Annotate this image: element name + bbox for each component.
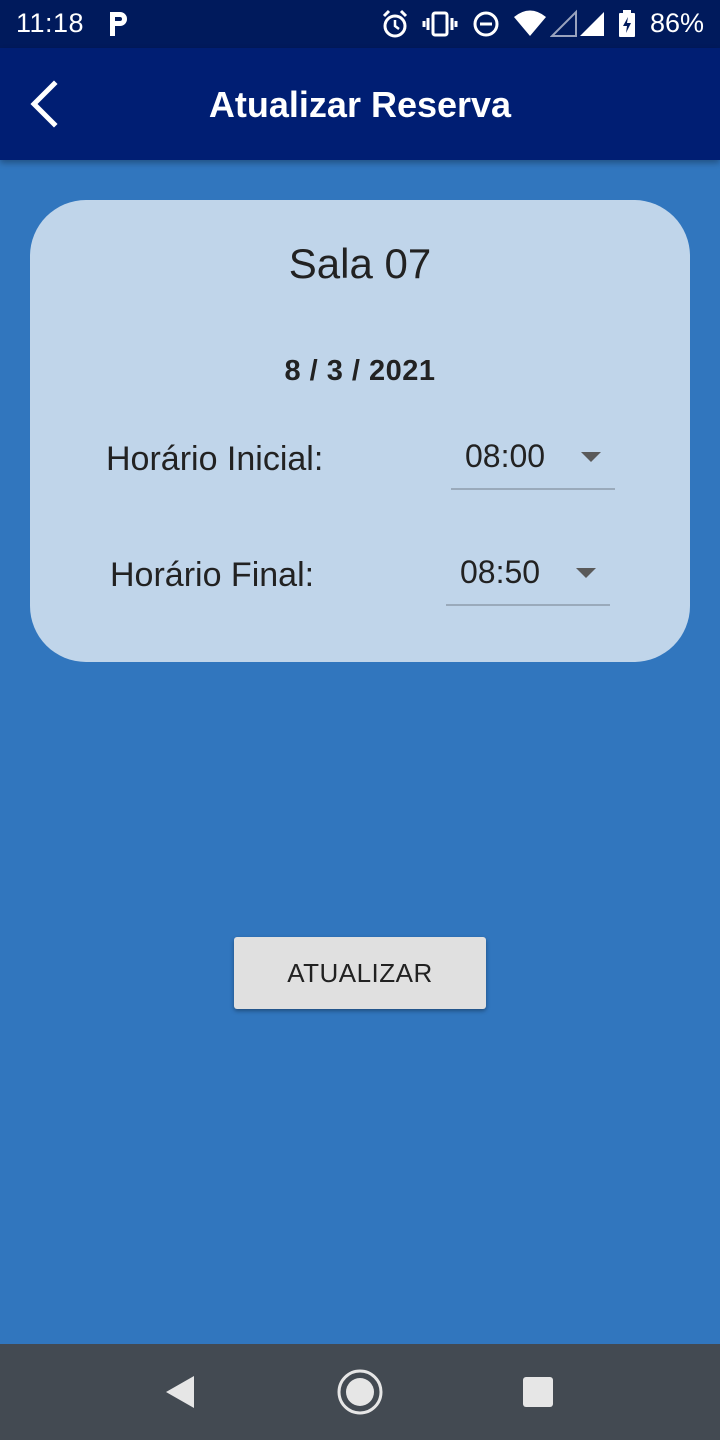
battery-percent: 86% [649, 8, 704, 38]
battery-charging-icon [619, 10, 635, 37]
status-bar: 11:18 86% [0, 0, 720, 48]
nav-recents-button[interactable] [508, 1366, 568, 1418]
start-time-value: 08:00 [465, 438, 546, 474]
nav-back-button[interactable] [150, 1366, 210, 1418]
dropdown-arrow-icon [581, 452, 601, 462]
reservation-card: Sala 07 8 / 3 / 2021 Horário Inicial: 08… [30, 200, 690, 662]
parking-icon [110, 12, 127, 36]
start-time-dropdown[interactable]: 08:00 [451, 432, 615, 490]
alarm-icon [382, 9, 408, 38]
recents-square-icon [523, 1377, 553, 1407]
signal-empty-icon [550, 9, 577, 37]
status-time: 11:18 [16, 8, 85, 38]
home-circle-icon [337, 1369, 383, 1415]
end-time-dropdown[interactable]: 08:50 [446, 548, 610, 606]
room-name: Sala 07 [288, 240, 432, 287]
dnd-icon [473, 11, 499, 37]
reservation-date[interactable]: 8 / 3 / 2021 [30, 355, 690, 388]
back-triangle-icon [166, 1376, 194, 1408]
start-time-label: Horário Inicial: [106, 440, 324, 478]
dropdown-arrow-icon [576, 568, 596, 578]
end-time-label: Horário Final: [110, 556, 315, 594]
vibrate-icon [422, 11, 458, 37]
end-time-value: 08:50 [460, 554, 541, 590]
page-title: Atualizar Reserva [208, 84, 512, 125]
app-bar: Atualizar Reserva [0, 48, 720, 160]
wifi-icon [514, 10, 546, 36]
system-nav-bar [0, 1344, 720, 1440]
nav-home-button[interactable] [330, 1366, 390, 1418]
update-button[interactable]: ATUALIZAR [234, 937, 486, 1009]
signal-icon [580, 12, 604, 36]
